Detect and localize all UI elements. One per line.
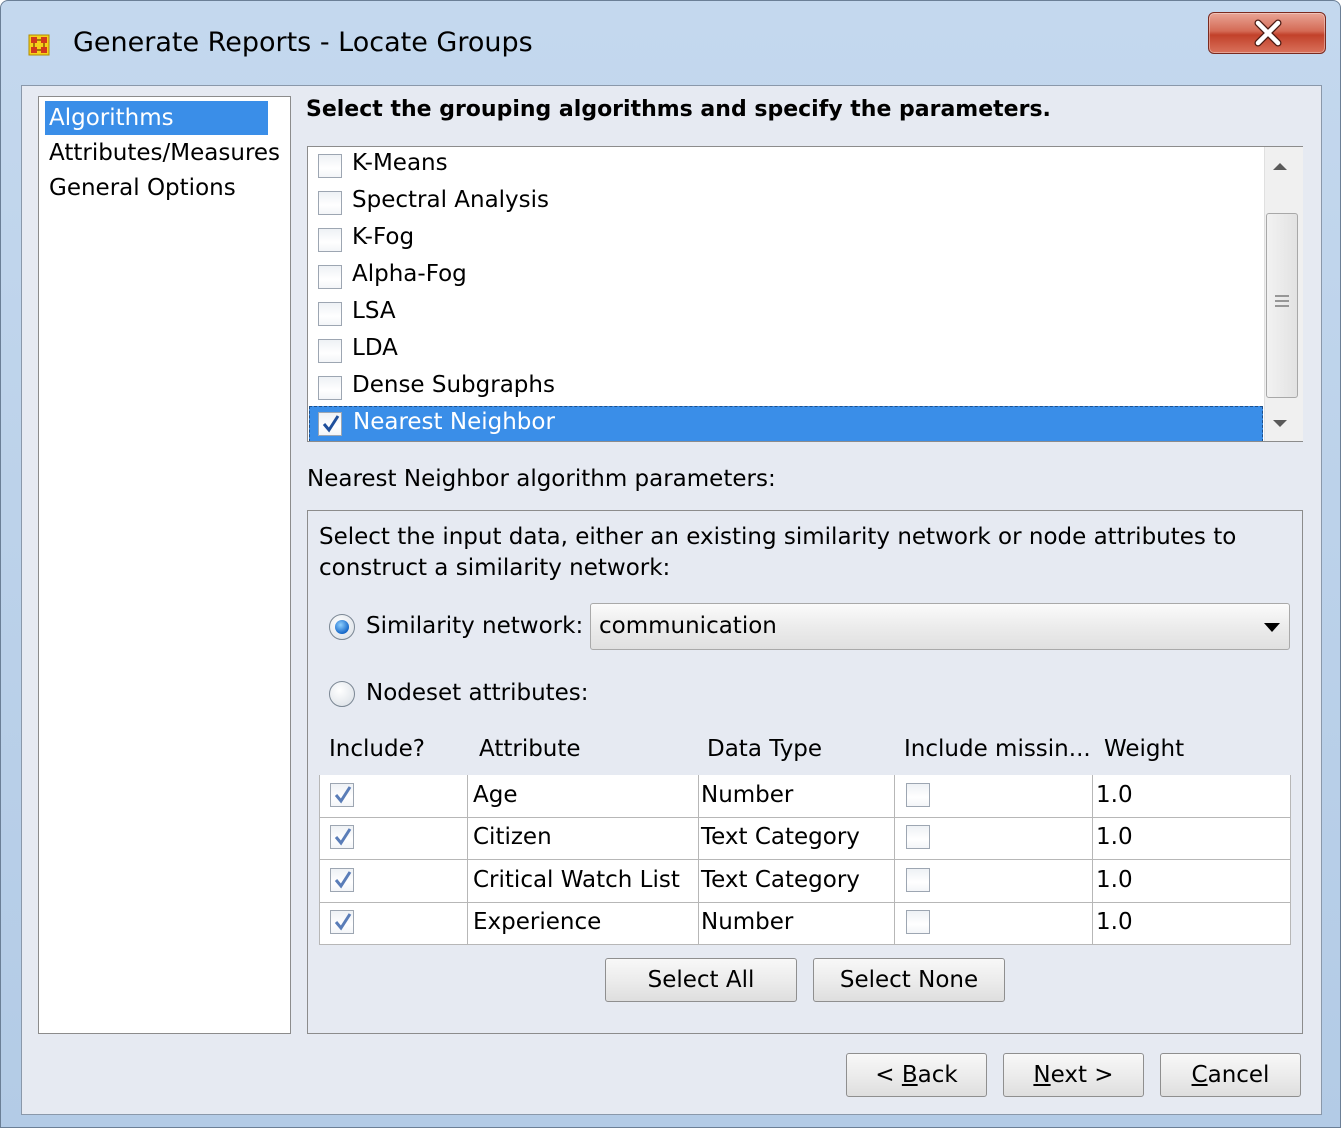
algorithm-item-k-means[interactable]: K-Means [309, 148, 1263, 184]
grip-icon [1275, 295, 1289, 307]
algorithm-checkbox[interactable] [318, 228, 342, 252]
weight-cell[interactable]: 1.0 [1096, 782, 1133, 808]
data-type-cell: Text Category [701, 824, 860, 850]
algorithm-checkbox[interactable] [318, 191, 342, 215]
checkmark-icon [334, 786, 352, 804]
params-description: Select the input data, either an existin… [319, 524, 1237, 581]
cancel-button-label-rest: ancel [1207, 1062, 1270, 1088]
include-missing-checkbox[interactable] [906, 868, 930, 892]
algorithm-item-lsa[interactable]: LSA [309, 296, 1263, 332]
algorithm-label: Spectral Analysis [352, 187, 550, 213]
algorithm-item-dense-subgraphs[interactable]: Dense Subgraphs [309, 370, 1263, 406]
checkmark-icon [322, 415, 340, 433]
data-type-cell: Text Category [701, 867, 860, 893]
nodeset-attributes-label: Nodeset attributes: [366, 680, 589, 706]
select-all-button[interactable]: Select All [605, 958, 797, 1002]
weight-cell[interactable]: 1.0 [1096, 824, 1133, 850]
algorithm-checkbox[interactable] [318, 339, 342, 363]
window-title: Generate Reports - Locate Groups [73, 27, 533, 58]
nav-item-general-options[interactable]: General Options [45, 171, 240, 205]
attributes-table: Age Number 1.0 Citizen Text Category 1.0… [319, 775, 1291, 945]
algorithm-item-k-fog[interactable]: K-Fog [309, 222, 1263, 258]
select-none-button[interactable]: Select None [813, 958, 1005, 1002]
cancel-button-mnemonic: C [1191, 1062, 1208, 1088]
data-type-cell: Number [701, 909, 794, 935]
app-icon [28, 34, 50, 56]
column-header-include[interactable]: Include? [329, 736, 425, 762]
algorithm-checkbox[interactable] [318, 265, 342, 289]
algorithm-label: Nearest Neighbor [353, 409, 555, 435]
scroll-up-arrow-icon[interactable] [1272, 160, 1288, 172]
algorithm-checkbox[interactable] [318, 412, 342, 436]
nav-item-attributes-measures[interactable]: Attributes/Measures [45, 136, 284, 170]
params-label: Nearest Neighbor algorithm parameters: [307, 466, 776, 492]
algorithm-label: K-Means [352, 150, 448, 176]
weight-cell[interactable]: 1.0 [1096, 909, 1133, 935]
similarity-network-label: Similarity network: [366, 613, 584, 639]
chevron-down-icon [1264, 623, 1280, 632]
algorithm-checkbox[interactable] [318, 302, 342, 326]
table-row[interactable]: Critical Watch List Text Category 1.0 [320, 860, 1290, 903]
include-checkbox[interactable] [330, 825, 354, 849]
next-button-mnemonic: N [1033, 1062, 1051, 1088]
include-missing-checkbox[interactable] [906, 825, 930, 849]
algorithm-item-nearest-neighbor[interactable]: Nearest Neighbor [309, 406, 1263, 441]
similarity-network-radio[interactable] [329, 614, 355, 640]
table-row[interactable]: Experience Number 1.0 [320, 902, 1290, 945]
include-checkbox[interactable] [330, 910, 354, 934]
nav-list: Algorithms Attributes/Measures General O… [38, 96, 291, 1034]
algorithm-label: LSA [352, 298, 396, 324]
attribute-cell: Age [473, 782, 518, 808]
attribute-cell: Experience [473, 909, 602, 935]
include-checkbox[interactable] [330, 783, 354, 807]
column-header-attribute[interactable]: Attribute [479, 736, 581, 762]
algorithm-label: LDA [352, 335, 398, 361]
checkmark-icon [334, 871, 352, 889]
back-button-mnemonic: B [901, 1062, 918, 1088]
algorithm-checkbox[interactable] [318, 154, 342, 178]
table-row[interactable]: Citizen Text Category 1.0 [320, 817, 1290, 860]
algorithm-item-lda[interactable]: LDA [309, 333, 1263, 369]
column-header-data-type[interactable]: Data Type [707, 736, 822, 762]
title-bar[interactable]: Generate Reports - Locate Groups [1, 1, 1341, 81]
similarity-network-select[interactable]: communication [590, 603, 1290, 650]
cancel-button[interactable]: Cancel [1160, 1053, 1301, 1097]
params-panel [307, 510, 1303, 1034]
table-row[interactable]: Age Number 1.0 [320, 775, 1290, 818]
checkmark-icon [334, 913, 352, 931]
algorithm-item-alpha-fog[interactable]: Alpha-Fog [309, 259, 1263, 295]
algorithm-label: Alpha-Fog [352, 261, 467, 287]
back-button-label-rest: ack [917, 1062, 958, 1088]
algorithm-checkbox[interactable] [318, 376, 342, 400]
close-button[interactable] [1208, 12, 1326, 54]
weight-cell[interactable]: 1.0 [1096, 867, 1133, 893]
column-header-weight[interactable]: Weight [1104, 736, 1184, 762]
similarity-network-value: communication [599, 613, 777, 639]
next-button[interactable]: Next > [1003, 1053, 1144, 1097]
algorithm-label: Dense Subgraphs [352, 372, 555, 398]
include-missing-checkbox[interactable] [906, 910, 930, 934]
algorithm-label: K-Fog [352, 224, 415, 250]
nav-item-algorithms[interactable]: Algorithms [45, 101, 268, 135]
next-button-label-rest: ext > [1050, 1062, 1114, 1088]
include-missing-checkbox[interactable] [906, 783, 930, 807]
column-header-include-missing[interactable]: Include missin... [904, 736, 1091, 762]
scroll-down-arrow-icon[interactable] [1272, 418, 1288, 430]
include-checkbox[interactable] [330, 868, 354, 892]
attribute-cell: Critical Watch List [473, 867, 680, 893]
algorithm-list: K-Means Spectral Analysis K-Fog Alpha-Fo… [307, 146, 1303, 442]
algorithm-item-spectral-analysis[interactable]: Spectral Analysis [309, 185, 1263, 221]
attribute-cell: Citizen [473, 824, 552, 850]
nodeset-attributes-radio[interactable] [329, 681, 355, 707]
algorithms-heading: Select the grouping algorithms and speci… [306, 97, 1051, 122]
scrollbar-thumb[interactable] [1266, 213, 1298, 398]
close-icon [1254, 19, 1282, 47]
back-button-label-prefix: < [875, 1062, 902, 1088]
data-type-cell: Number [701, 782, 794, 808]
back-button[interactable]: < Back [846, 1053, 987, 1097]
checkmark-icon [334, 828, 352, 846]
radio-selected-dot [335, 620, 349, 634]
